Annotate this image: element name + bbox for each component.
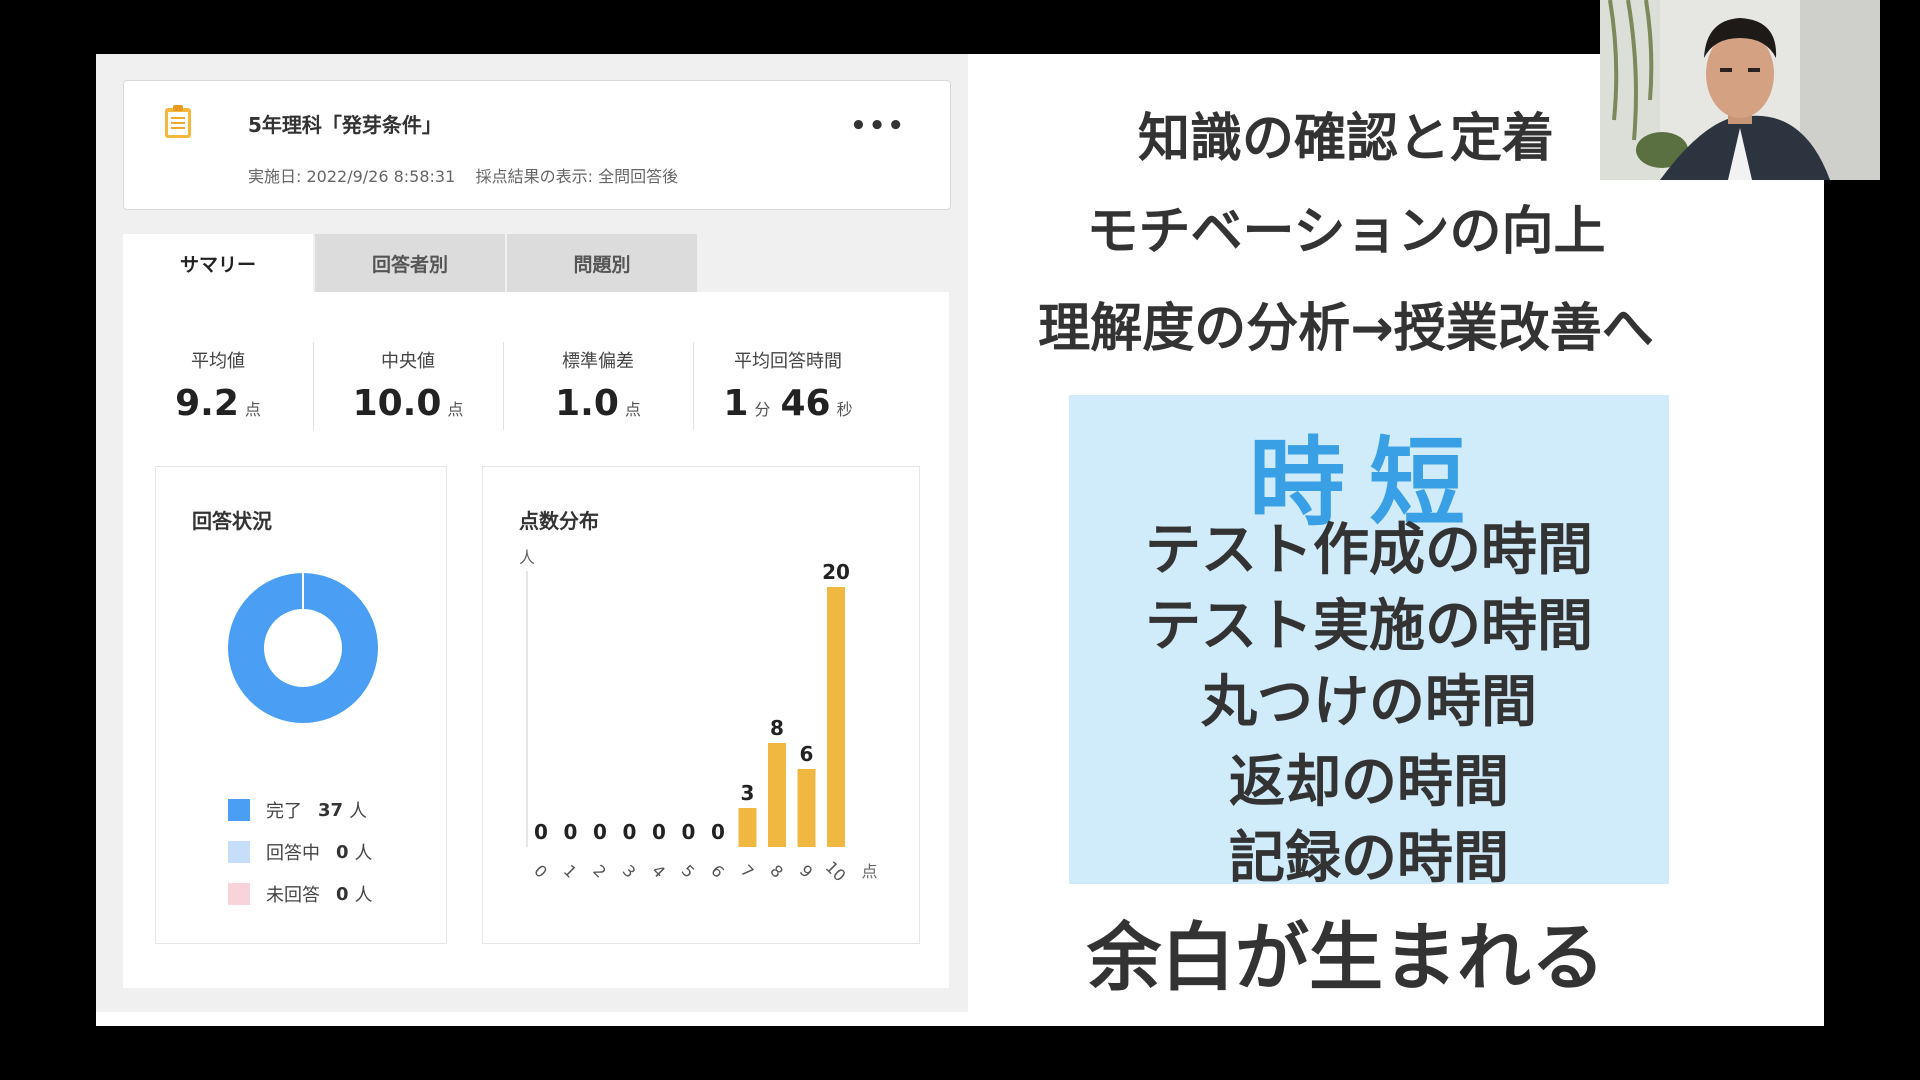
stat-median-value: 10.0 — [352, 383, 442, 424]
clipboard-icon — [165, 105, 191, 138]
stat-median: 中央値 10.0 点 — [313, 347, 503, 424]
bar-7 — [738, 808, 757, 847]
completion-donut-chart — [228, 573, 378, 723]
tick-label-0: 0 — [530, 861, 551, 882]
legend-in-progress-unit: 人 — [354, 843, 373, 864]
tab-by-respondent[interactable]: 回答者別 — [315, 234, 505, 292]
score-distribution-chart: 人000102030405063788692010 点 — [519, 548, 878, 885]
tick-label-1: 1 — [560, 861, 581, 882]
legend-in-progress: 回答中 0 人 — [228, 839, 373, 865]
x-axis-unit-label: 点 — [861, 862, 877, 881]
stat-stddev-value: 1.0 — [555, 383, 619, 424]
legend-in-progress-count: 0 — [336, 841, 349, 863]
summary-content: 平均値 9.2 点 中央値 10.0 点 標準偏差 1.0 点 平均回答時間 1 分 46… — [123, 292, 949, 988]
data-label-10: 20 — [822, 560, 850, 584]
legend-not-answered-label: 未回答 — [266, 885, 320, 906]
data-label-8: 8 — [770, 716, 784, 740]
legend-not-answered-unit: 人 — [354, 885, 373, 906]
slide-bottom-message: 余白が生まれる — [1087, 915, 1605, 1001]
data-label-6: 0 — [711, 820, 725, 844]
tick-label-6: 6 — [707, 861, 728, 882]
tick-label-4: 4 — [648, 861, 669, 882]
stat-mean-value: 9.2 — [175, 383, 239, 424]
quiz-results-screenshot: 5年理科「発芽条件」 実施日: 2022/9/26 8:58:31 採点結果の表… — [96, 54, 968, 1012]
stat-avg-time-min-unit: 分 — [754, 400, 771, 419]
legend-swatch-not-answered — [228, 883, 250, 905]
quiz-meta: 実施日: 2022/9/26 8:58:31 採点結果の表示: 全問回答後 — [248, 167, 679, 186]
legend-swatch-in-progress — [228, 841, 250, 863]
bar-8 — [768, 743, 786, 847]
stat-mean-unit: 点 — [244, 400, 261, 419]
box-line-3: 丸つけの時間 — [1201, 670, 1537, 735]
tab-summary[interactable]: サマリー — [123, 234, 313, 292]
legend-not-answered-count: 0 — [336, 883, 349, 905]
quiz-header-card: 5年理科「発芽条件」 実施日: 2022/9/26 8:58:31 採点結果の表… — [123, 80, 951, 210]
data-label-2: 0 — [593, 820, 607, 844]
tick-label-7: 7 — [737, 861, 758, 882]
data-label-7: 3 — [741, 781, 755, 805]
stat-avg-time-min: 1 — [723, 383, 749, 424]
data-label-4: 0 — [652, 820, 666, 844]
tick-label-10: 10 — [822, 857, 850, 885]
stat-stddev-label: 標準偏差 — [562, 351, 634, 372]
data-label-5: 0 — [682, 820, 696, 844]
y-axis-label: 人 — [519, 548, 535, 567]
legend-not-answered: 未回答 0 人 — [228, 881, 373, 907]
time-saving-box: 時短 テスト作成の時間 テスト実施の時間 丸つけの時間 返却の時間 記録の時間 — [1069, 395, 1669, 891]
box-line-5: 記録の時間 — [1229, 826, 1509, 891]
slide-line-3: 理解度の分析→授業改善へ — [1038, 299, 1654, 359]
legend-complete: 完了 37 人 — [228, 797, 367, 823]
tick-label-8: 8 — [766, 861, 787, 882]
legend-complete-label: 完了 — [266, 801, 302, 822]
box-line-2: テスト実施の時間 — [1145, 594, 1593, 659]
bar-9 — [797, 769, 816, 847]
bar-10 — [827, 587, 845, 847]
tick-label-3: 3 — [619, 861, 640, 882]
presenter-video-thumbnail — [1600, 0, 1880, 180]
stat-median-unit: 点 — [447, 400, 464, 419]
stat-mean: 平均値 9.2 点 — [123, 347, 313, 424]
stat-avg-time-sec: 46 — [780, 383, 831, 424]
presentation-slide: 5年理科「発芽条件」 実施日: 2022/9/26 8:58:31 採点結果の表… — [96, 54, 1824, 1026]
box-line-4: 返却の時間 — [1229, 750, 1509, 815]
data-label-1: 0 — [564, 820, 578, 844]
response-status-title: 回答状況 — [192, 509, 272, 533]
data-label-3: 0 — [623, 820, 637, 844]
response-status-card: 回答状況 完了 37 人 回答中 0 人 未回答 0 人 — [155, 466, 447, 944]
stat-stddev-unit: 点 — [624, 400, 641, 419]
data-label-0: 0 — [534, 820, 548, 844]
legend-complete-count: 37 — [318, 799, 344, 821]
tick-label-5: 5 — [678, 861, 699, 882]
legend-in-progress-label: 回答中 — [266, 843, 320, 864]
tick-label-2: 2 — [589, 861, 610, 882]
data-label-9: 6 — [800, 742, 814, 766]
stat-avg-time-sec-unit: 秒 — [836, 400, 853, 419]
slide-line-2: モチベーションの向上 — [1086, 202, 1606, 262]
tab-by-question[interactable]: 問題別 — [507, 234, 697, 292]
presenter-webcam — [1600, 0, 1880, 180]
stat-stddev: 標準偏差 1.0 点 — [503, 347, 693, 424]
legend-swatch-complete — [228, 799, 250, 821]
box-line-1: テスト作成の時間 — [1145, 518, 1593, 583]
score-distribution-title: 点数分布 — [519, 509, 599, 533]
legend-complete-unit: 人 — [349, 801, 368, 822]
stat-median-label: 中央値 — [381, 351, 435, 372]
stat-mean-label: 平均値 — [191, 351, 245, 372]
score-distribution-card: 点数分布 人 0 0 0 1 0 2 0 3 0 4 0 5 0 6 3 7 8 8 6 9 20 10 点 — [482, 466, 920, 944]
quiz-title: 5年理科「発芽条件」 — [248, 113, 442, 137]
tick-label-9: 9 — [796, 861, 817, 882]
